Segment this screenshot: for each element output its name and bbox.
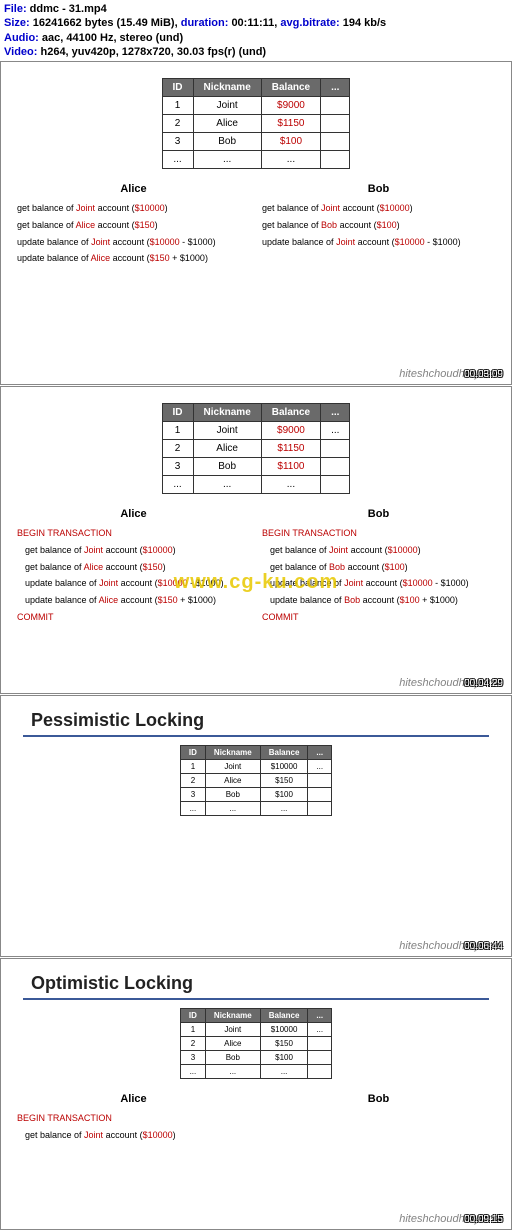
video-line: Video: h264, yuv420p, 1278x720, 30.03 fp…	[4, 45, 508, 59]
table-row: 2Alice$1150	[162, 115, 350, 133]
audio-line: Audio: aac, 44100 Hz, stereo (und)	[4, 31, 508, 45]
table-row: 1Joint$10000...	[180, 760, 331, 774]
table-row: .........	[162, 151, 350, 169]
bob-column: Bob get balance of Joint account ($10000…	[256, 183, 501, 270]
table-row: 2Alice$1150	[162, 440, 350, 458]
alice-column: Alice get balance of Joint account ($100…	[11, 183, 256, 270]
bob-heading: Bob	[262, 183, 495, 195]
alice-heading: Alice	[17, 508, 250, 520]
frame-1: IDNicknameBalance... 1Joint$9000 2Alice$…	[0, 61, 512, 385]
table-row: 3Bob$100	[162, 133, 350, 151]
section-title: Pessimistic Locking	[31, 710, 501, 731]
commit-tx: COMMIT	[17, 612, 250, 624]
bob-column: Bob	[256, 1093, 501, 1146]
alice-heading: Alice	[17, 1093, 250, 1105]
begin-tx: BEGIN TRANSACTION	[262, 528, 495, 540]
size-line: Size: 16241662 bytes (15.49 MiB), durati…	[4, 16, 508, 30]
alice-heading: Alice	[17, 183, 250, 195]
timestamp: 00:06:44	[464, 941, 503, 952]
frame-4: Optimistic Locking IDNicknameBalance... …	[0, 958, 512, 1230]
alice-column: Alice BEGIN TRANSACTION get balance of J…	[11, 1093, 256, 1146]
timestamp: 00:03:09	[464, 369, 503, 380]
table-row: 3Bob$100	[180, 788, 331, 802]
begin-tx: BEGIN TRANSACTION	[17, 528, 250, 540]
timestamp: 00:09:15	[464, 1214, 503, 1225]
bob-heading: Bob	[262, 508, 495, 520]
balance-table-2: IDNicknameBalance... 1Joint$9000... 2Ali…	[162, 403, 351, 494]
balance-table-3: IDNicknameBalance... 1Joint$10000... 2Al…	[180, 745, 332, 816]
table-row: 1Joint$9000...	[162, 422, 350, 440]
frame-3: Pessimistic Locking IDNicknameBalance...…	[0, 695, 512, 957]
frame-2: IDNicknameBalance... 1Joint$9000... 2Ali…	[0, 386, 512, 694]
table-row: 1Joint$10000...	[180, 1023, 331, 1037]
timestamp: 00:04:29	[464, 678, 503, 689]
table-row: 1Joint$9000	[162, 97, 350, 115]
balance-table-4: IDNicknameBalance... 1Joint$10000... 2Al…	[180, 1008, 332, 1079]
table-row: 3Bob$100	[180, 1051, 331, 1065]
bob-heading: Bob	[262, 1093, 495, 1105]
table-row: .........	[180, 1065, 331, 1079]
table-row: 2Alice$150	[180, 774, 331, 788]
rule	[23, 735, 489, 737]
table-row: .........	[180, 802, 331, 816]
file-line: File: ddmc - 31.mp4	[4, 2, 508, 16]
file-info-header: File: ddmc - 31.mp4 Size: 16241662 bytes…	[0, 0, 512, 61]
table-row: 3Bob$1100	[162, 458, 350, 476]
rule	[23, 998, 489, 1000]
table-row: .........	[162, 476, 350, 494]
alice-column: Alice BEGIN TRANSACTION get balance of J…	[11, 508, 256, 628]
table-row: 2Alice$150	[180, 1037, 331, 1051]
section-title: Optimistic Locking	[31, 973, 501, 994]
commit-tx: COMMIT	[262, 612, 495, 624]
begin-tx: BEGIN TRANSACTION	[17, 1113, 250, 1125]
balance-table-1: IDNicknameBalance... 1Joint$9000 2Alice$…	[162, 78, 351, 169]
bob-column: Bob BEGIN TRANSACTION get balance of Joi…	[256, 508, 501, 628]
